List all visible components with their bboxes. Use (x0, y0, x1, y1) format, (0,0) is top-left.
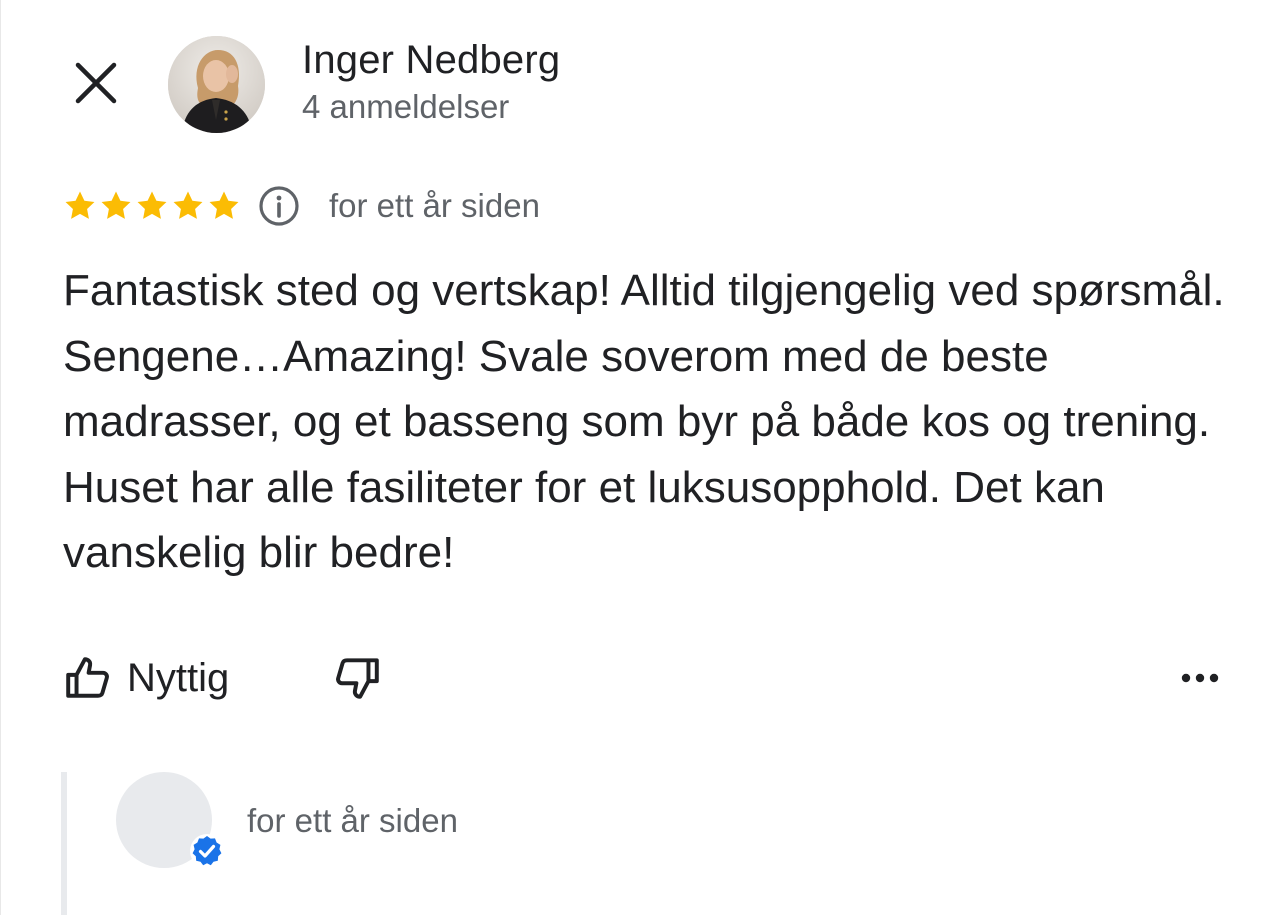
reviewer-review-count: 4 anmeldelser (302, 88, 510, 125)
review-actions: Nyttig (63, 648, 1244, 708)
thumbs-up-icon (66, 657, 109, 698)
reviewer-name[interactable]: Inger Nedberg (302, 38, 560, 83)
not-helpful-button[interactable] (329, 648, 385, 708)
star-rating (63, 189, 241, 223)
helpful-label: Nyttig (127, 655, 230, 700)
star-icon (101, 191, 131, 219)
review-detail-page: Inger Nedberg 4 anmeldelser for ett år s… (0, 0, 1284, 915)
review-date: for ett år siden (329, 187, 540, 224)
info-icon (259, 186, 299, 226)
star-icon (173, 191, 203, 219)
verified-badge-icon (190, 834, 224, 868)
close-button[interactable] (63, 50, 129, 116)
owner-reply: for ett år siden (61, 772, 1267, 915)
star-icon (137, 191, 167, 219)
rating-row: for ett år siden (63, 183, 540, 229)
more-horizontal-icon (1181, 673, 1219, 683)
reply-date: for ett år siden (247, 802, 458, 839)
more-options-button[interactable] (1170, 648, 1230, 708)
helpful-button[interactable]: Nyttig (63, 648, 229, 708)
review-text: Fantastisk sted og vertskap! Alltid tilg… (63, 266, 1225, 577)
star-icon (65, 191, 95, 219)
reviewer-avatar[interactable] (168, 36, 265, 133)
star-icon (209, 191, 239, 219)
thumbs-down-icon (336, 658, 379, 699)
close-icon (75, 62, 117, 104)
info-button[interactable] (257, 184, 301, 228)
